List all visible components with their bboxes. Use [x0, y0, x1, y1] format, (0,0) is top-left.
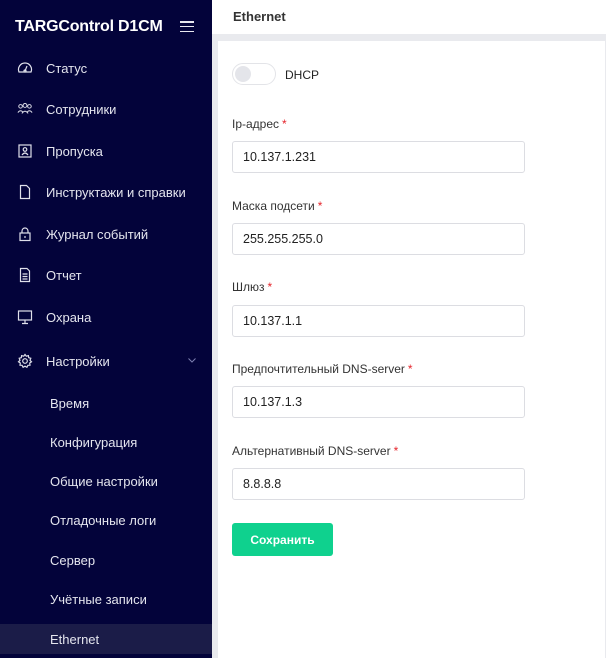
id-badge-icon	[17, 143, 33, 159]
sidebar-item-report[interactable]: Отчет	[0, 255, 212, 295]
dhcp-label: DHCP	[285, 68, 320, 82]
monitor-icon	[17, 309, 33, 325]
required-mark: *	[282, 117, 287, 131]
sidebar-item-passes[interactable]: Пропуска	[0, 131, 212, 171]
toggle-knob	[235, 66, 251, 82]
dashboard-icon	[17, 60, 33, 76]
chevron-down-icon	[188, 358, 196, 363]
ip-address-input[interactable]	[232, 141, 525, 173]
document-icon	[17, 184, 33, 200]
sidebar-subitem-server[interactable]: Сервер	[0, 545, 212, 575]
gateway-input[interactable]	[232, 305, 525, 337]
app-brand: TARGControl D1CM	[15, 18, 163, 35]
required-mark: *	[393, 444, 399, 458]
required-mark: *	[267, 280, 273, 294]
preferred-dns-label: Предпочтительный DNS-server *	[232, 362, 413, 376]
sidebar-item-status[interactable]: Статус	[0, 48, 212, 88]
dhcp-toggle[interactable]	[232, 63, 276, 85]
menu-toggle-icon[interactable]	[180, 21, 194, 33]
sidebar-subitem-accounts[interactable]: Учётные записи	[0, 584, 212, 614]
preferred-dns-input[interactable]	[232, 386, 525, 418]
sidebar-subitem-configuration[interactable]: Конфигурация	[0, 427, 212, 457]
ethernet-form: DHCP Ip-адрес* Маска подсети* Шлюз* Пред…	[218, 41, 605, 658]
required-mark: *	[407, 362, 413, 376]
users-icon	[17, 101, 33, 117]
report-icon	[17, 267, 33, 283]
gear-icon	[17, 353, 33, 369]
alternate-dns-input[interactable]	[232, 468, 525, 500]
sidebar-item-briefings[interactable]: Инструктажи и справки	[0, 172, 212, 212]
sidebar-subitem-debug-logs[interactable]: Отладочные логи	[0, 505, 212, 535]
sidebar-item-settings[interactable]: Настройки	[0, 341, 212, 381]
sidebar-item-employees[interactable]: Сотрудники	[0, 89, 212, 129]
sidebar: TARGControl D1CM Статус Сотрудники Пропу…	[0, 0, 212, 658]
gateway-label: Шлюз *	[232, 280, 273, 294]
sidebar-subitem-general-settings[interactable]: Общие настройки	[0, 466, 212, 496]
lock-icon	[17, 226, 33, 242]
sidebar-item-event-log[interactable]: Журнал событий	[0, 214, 212, 254]
sidebar-subitem-ethernet[interactable]: Ethernet	[0, 624, 212, 654]
alternate-dns-label: Альтернативный DNS-server *	[232, 444, 399, 458]
subnet-mask-input[interactable]	[232, 223, 525, 255]
save-button[interactable]: Сохранить	[232, 523, 333, 556]
subnet-mask-label: Маска подсети *	[232, 199, 323, 213]
required-mark: *	[317, 199, 323, 213]
sidebar-subitem-time[interactable]: Время	[0, 388, 212, 418]
page-title: Ethernet	[233, 9, 286, 24]
ip-address-label: Ip-адрес *	[232, 117, 287, 131]
page-header: Ethernet	[212, 0, 606, 34]
sidebar-item-security[interactable]: Охрана	[0, 297, 212, 337]
